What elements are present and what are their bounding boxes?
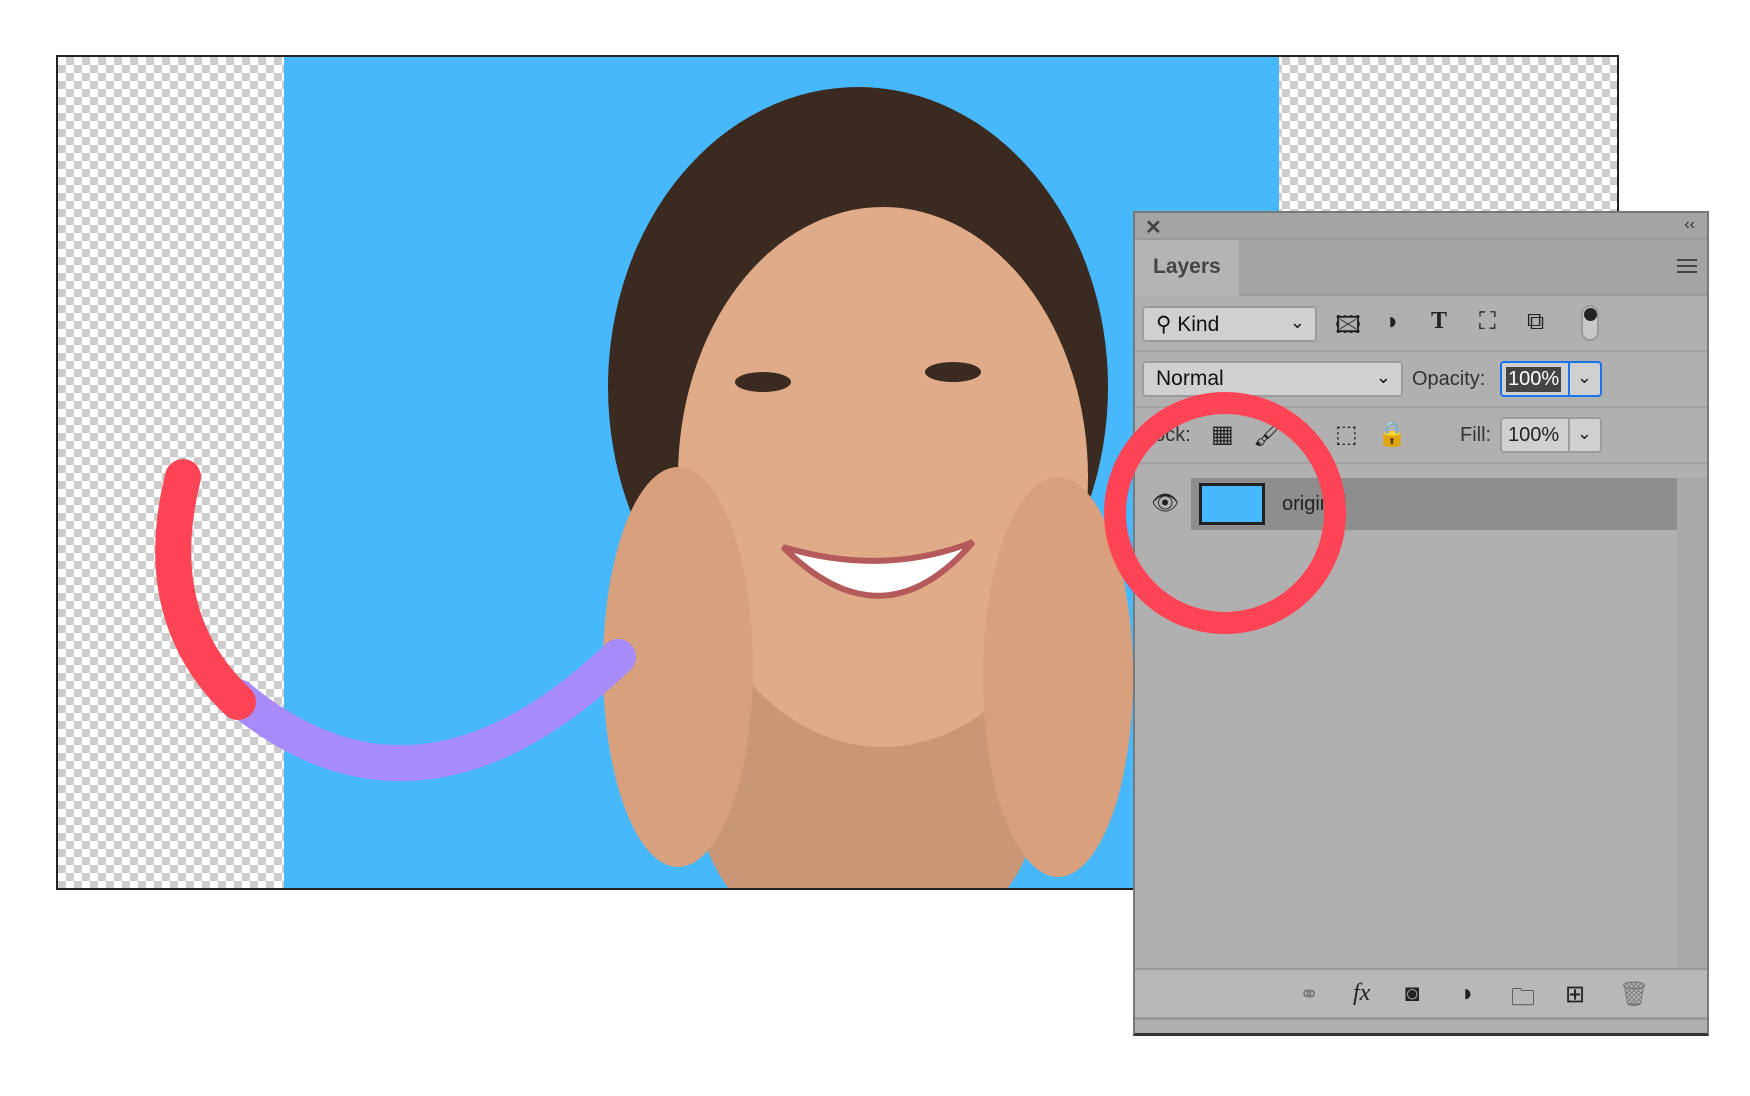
highlight-circle bbox=[1104, 392, 1346, 634]
